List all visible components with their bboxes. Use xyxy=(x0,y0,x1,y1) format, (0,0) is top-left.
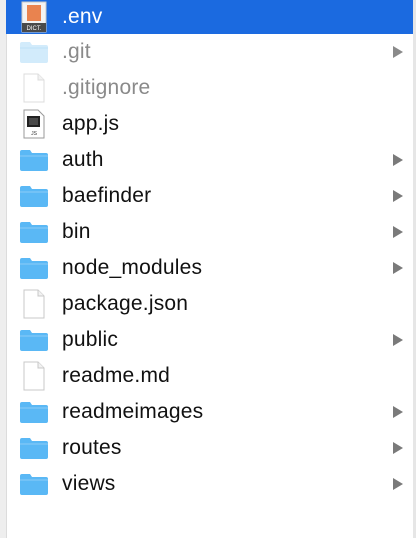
list-item-git[interactable]: .git xyxy=(6,34,413,70)
item-label: public xyxy=(62,328,119,351)
list-item-bin[interactable]: bin xyxy=(6,214,413,250)
dict-icon-caption: DICT. xyxy=(27,26,42,32)
folder-icon xyxy=(6,34,62,70)
document-icon xyxy=(6,358,62,394)
list-item-package-json[interactable]: package.json xyxy=(6,286,413,322)
list-item-views[interactable]: views xyxy=(6,466,413,502)
list-item-auth[interactable]: auth xyxy=(6,142,413,178)
item-label: auth xyxy=(62,148,104,171)
item-label: baefinder xyxy=(62,184,152,207)
list-item-node-modules[interactable]: node_modules xyxy=(6,250,413,286)
folder-icon xyxy=(6,394,62,430)
document-icon xyxy=(6,70,62,106)
item-label: .git xyxy=(62,40,91,63)
disclosure-arrow-icon[interactable] xyxy=(393,190,403,202)
js-file-icon: JS xyxy=(6,106,62,142)
folder-icon xyxy=(6,322,62,358)
item-label: readme.md xyxy=(62,364,171,387)
disclosure-arrow-icon[interactable] xyxy=(393,226,403,238)
disclosure-arrow-icon[interactable] xyxy=(393,406,403,418)
list-item-routes[interactable]: routes xyxy=(6,430,413,466)
item-label: app.js xyxy=(62,112,120,135)
dict-file-icon: DICT. xyxy=(6,0,62,35)
disclosure-arrow-icon[interactable] xyxy=(393,262,403,274)
item-label: bin xyxy=(62,220,91,243)
folder-icon xyxy=(6,466,62,502)
item-label: views xyxy=(62,472,116,495)
item-label: routes xyxy=(62,436,122,459)
item-label: readmeimages xyxy=(62,400,204,423)
item-label: package.json xyxy=(62,292,189,315)
list-item-public[interactable]: public xyxy=(6,322,413,358)
list-item-gitignore[interactable]: .gitignore xyxy=(6,70,413,106)
disclosure-arrow-icon[interactable] xyxy=(393,334,403,346)
list-item-readmeimages[interactable]: readmeimages xyxy=(6,394,413,430)
disclosure-arrow-icon[interactable] xyxy=(393,154,403,166)
folder-icon xyxy=(6,142,62,178)
list-item-env[interactable]: DICT. .env xyxy=(6,0,413,34)
list-item-app-js[interactable]: JS app.js xyxy=(6,106,413,142)
folder-icon xyxy=(6,430,62,466)
list-item-readme-md[interactable]: readme.md xyxy=(6,358,413,394)
item-label: node_modules xyxy=(62,256,203,279)
folder-icon xyxy=(6,214,62,250)
item-label: .env xyxy=(62,5,103,28)
svg-text:JS: JS xyxy=(31,131,38,137)
document-icon xyxy=(6,286,62,322)
disclosure-arrow-icon[interactable] xyxy=(393,442,403,454)
list-item-baefinder[interactable]: baefinder xyxy=(6,178,413,214)
folder-icon xyxy=(6,250,62,286)
file-list: DICT. .env .git .gitignore JS app.js aut… xyxy=(6,0,413,502)
item-label: .gitignore xyxy=(62,76,151,99)
finder-file-list: DICT. .env .git .gitignore JS app.js aut… xyxy=(0,0,416,538)
disclosure-arrow-icon[interactable] xyxy=(393,46,403,58)
folder-icon xyxy=(6,178,62,214)
disclosure-arrow-icon[interactable] xyxy=(393,478,403,490)
